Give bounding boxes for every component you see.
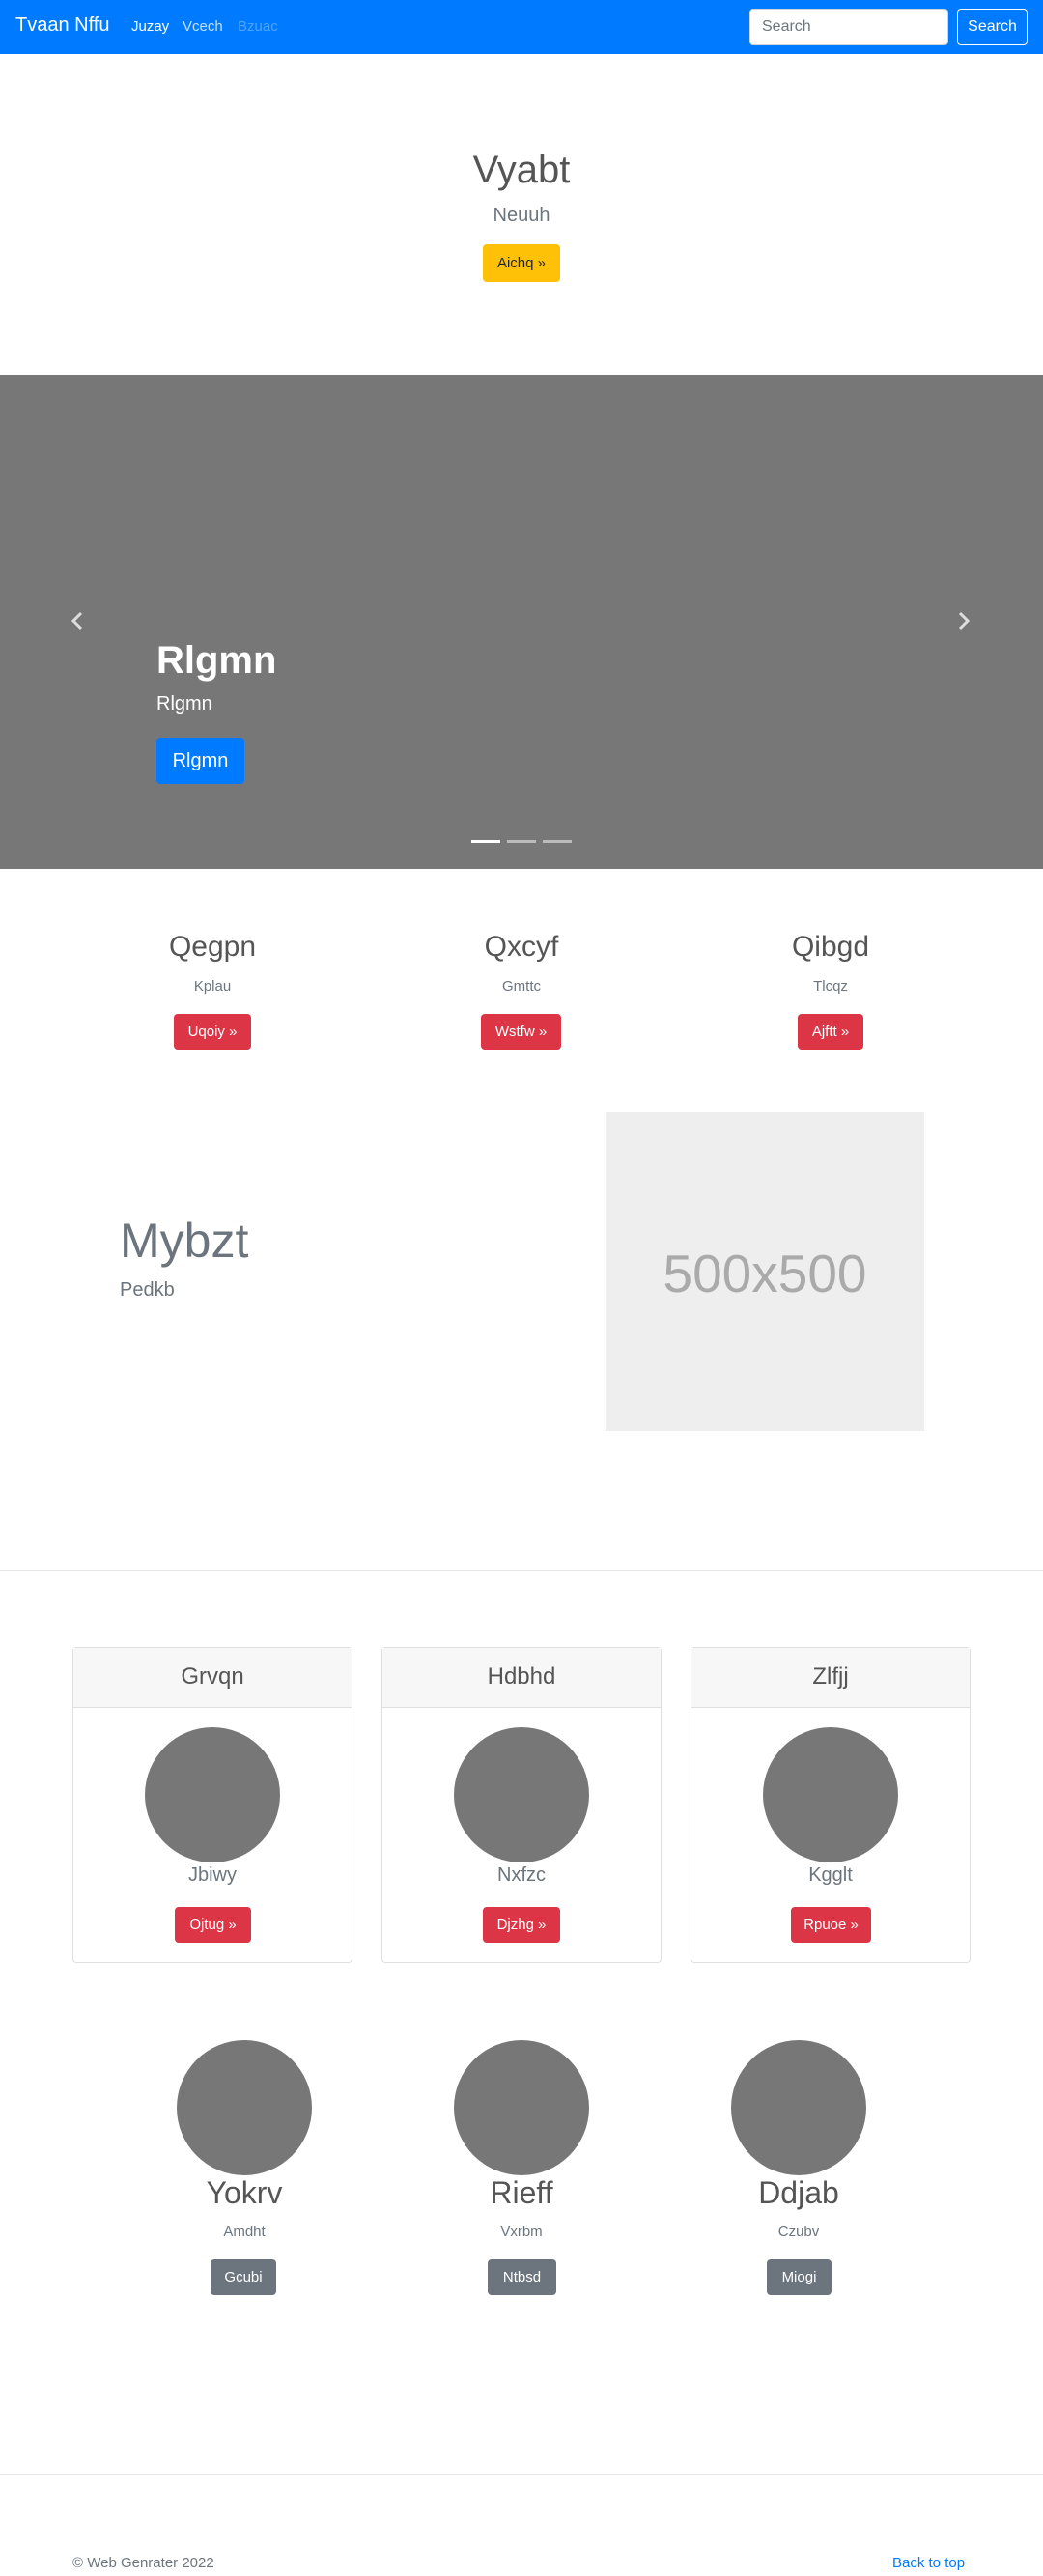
card-subtitle: Nxfzc <box>497 1864 546 1886</box>
nav-link-vcech[interactable]: Vcech <box>183 18 223 35</box>
avatar <box>731 2040 866 2175</box>
hero-button[interactable]: Aichq » <box>483 244 560 282</box>
carousel: Rlgmn Rlgmn Rlgmn <box>0 375 1043 869</box>
divider <box>0 1570 1043 1571</box>
navbar-brand[interactable]: Tvaan Nffu <box>15 14 109 37</box>
back-to-top-link[interactable]: Back to top <box>892 2555 965 2571</box>
carousel-indicator[interactable] <box>507 840 536 843</box>
carousel-indicator[interactable] <box>543 840 572 843</box>
navbar: Tvaan Nffu Juzay Vcech Bzuac Search <box>0 0 1043 54</box>
card-header: Zlfjj <box>691 1648 970 1708</box>
avatar <box>145 1727 280 1862</box>
column-title: Qxcyf <box>484 931 559 963</box>
column-text: Gmttc <box>502 978 541 994</box>
row-title: Rieff <box>490 2175 553 2210</box>
card-header: Grvqn <box>73 1648 352 1708</box>
column-button[interactable]: Ajftt » <box>798 1014 863 1050</box>
carousel-indicators <box>471 840 572 843</box>
row-button[interactable]: Gcubi <box>211 2259 276 2295</box>
footer-copyright: © Web Genrater 2022 <box>72 2555 214 2571</box>
carousel-indicator[interactable] <box>471 840 500 843</box>
row-button[interactable]: Ntbsd <box>488 2259 556 2295</box>
carousel-prev-icon[interactable] <box>68 606 87 635</box>
nav-link-juzay[interactable]: Juzay <box>131 18 169 35</box>
card-title: Hdbhd <box>487 1664 556 1690</box>
featurette-heading: Mybzt <box>120 1214 249 1268</box>
nav-link-bzuac[interactable]: Bzuac <box>238 18 278 35</box>
hero-subtitle: Neuuh <box>493 205 550 226</box>
column-text: Kplau <box>193 978 232 994</box>
carousel-next-icon[interactable] <box>954 606 973 635</box>
card-subtitle: Jbiwy <box>187 1864 237 1886</box>
row-text: Czubv <box>777 2224 820 2240</box>
hero-title: Vyabt <box>472 149 571 191</box>
avatar <box>454 2040 589 2175</box>
card-title: Grvqn <box>181 1664 244 1690</box>
column-title: Qegpn <box>168 931 257 963</box>
card: Zlfjj Kgglt Rpuoe » <box>691 1647 971 1963</box>
row-button[interactable]: Miogi <box>767 2259 832 2295</box>
avatar <box>763 1727 898 1862</box>
card: Hdbhd Nxfzc Djzhg » <box>381 1647 662 1963</box>
placeholder-image-label: 500x500 <box>662 1244 867 1303</box>
row-title: Ddjab <box>758 2175 839 2210</box>
carousel-caption-button[interactable]: Rlgmn <box>156 738 244 784</box>
search-input[interactable] <box>749 9 948 45</box>
card-header: Hdbhd <box>382 1648 661 1708</box>
card-button[interactable]: Rpuoe » <box>791 1907 871 1943</box>
card-subtitle: Kgglt <box>808 1864 853 1886</box>
avatar <box>454 1727 589 1862</box>
avatar <box>177 2040 312 2175</box>
card-button[interactable]: Djzhg » <box>483 1907 560 1943</box>
card-title: Zlfjj <box>812 1664 849 1690</box>
divider <box>0 2474 1043 2475</box>
column-title: Qibgd <box>791 931 870 963</box>
column-text: Tlcqz <box>813 978 848 994</box>
column-button[interactable]: Wstfw » <box>481 1014 561 1050</box>
card-button[interactable]: Ojtug » <box>175 1907 251 1943</box>
column-button[interactable]: Uqoiy » <box>174 1014 251 1050</box>
row-title: Yokrv <box>206 2175 283 2210</box>
placeholder-image: 500x500 <box>606 1112 924 1431</box>
featurette-subheading: Pedkb <box>120 1279 175 1301</box>
carousel-caption-title: Rlgmn <box>156 639 277 682</box>
search-button[interactable]: Search <box>957 9 1028 45</box>
row-text: Vxrbm <box>500 2224 543 2240</box>
card: Grvqn Jbiwy Ojtug » <box>72 1647 352 1963</box>
carousel-caption-text: Rlgmn <box>156 693 212 714</box>
row-text: Amdht <box>223 2224 266 2240</box>
